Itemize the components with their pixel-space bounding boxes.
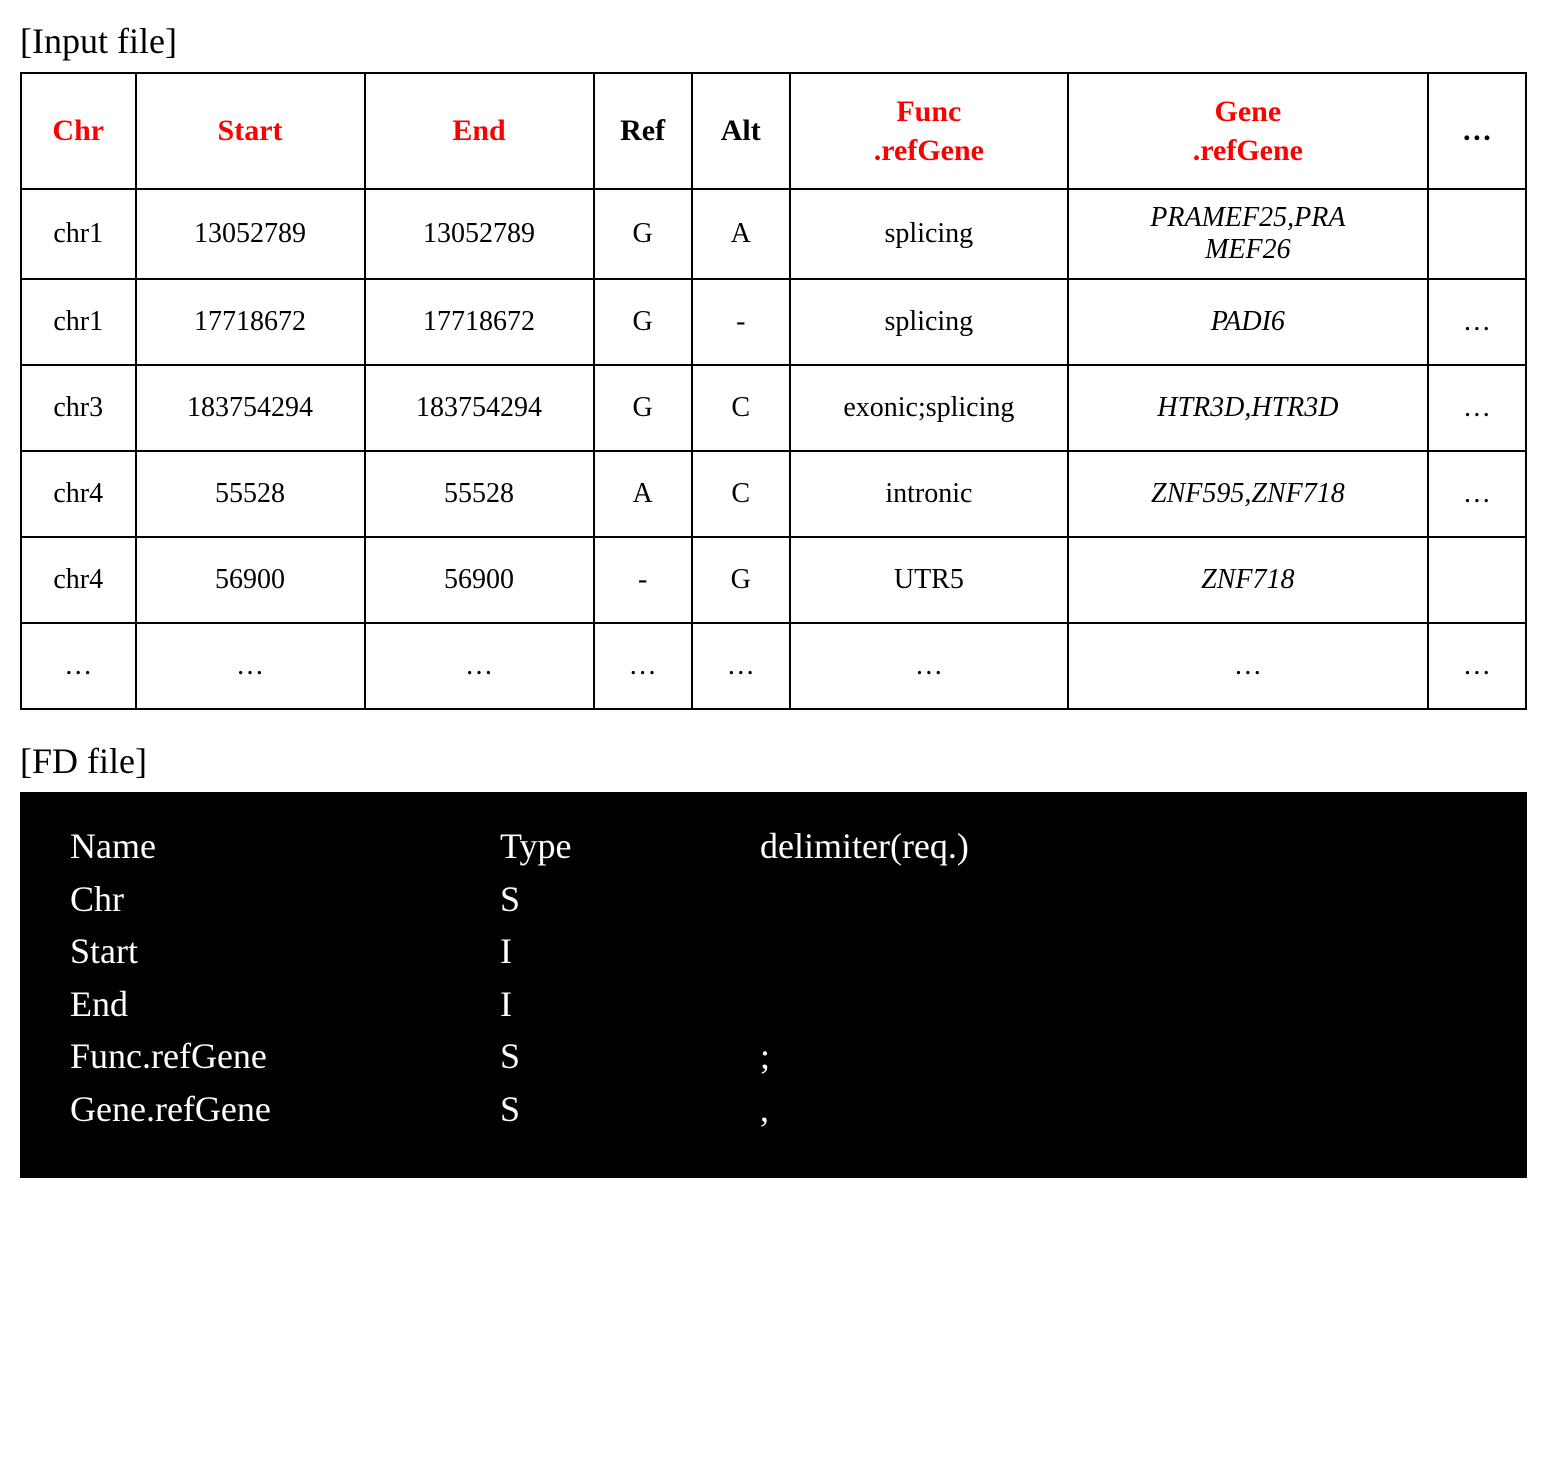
cell-func: UTR5 <box>790 537 1068 623</box>
cell-more: … <box>1428 451 1526 537</box>
cell-end: 56900 <box>365 537 594 623</box>
cell-func: splicing <box>790 189 1068 279</box>
header-gene: Gene .refGene <box>1068 73 1428 189</box>
cell-gene: PADI6 <box>1068 279 1428 365</box>
cell-start: 183754294 <box>136 365 365 451</box>
cell-gene: PRAMEF25,PRA MEF26 <box>1068 189 1428 279</box>
input-file-label: [Input file] <box>20 20 1527 62</box>
cell-start: 13052789 <box>136 189 365 279</box>
fd-row: Chr S <box>70 875 1487 924</box>
table-row: chr1 17718672 17718672 G - splicing PADI… <box>21 279 1526 365</box>
cell-start: 55528 <box>136 451 365 537</box>
fd-header-delim: delimiter(req.) <box>760 822 1487 871</box>
cell-alt: - <box>692 279 790 365</box>
cell-gene: HTR3D,HTR3D <box>1068 365 1428 451</box>
fd-row: Start I <box>70 927 1487 976</box>
cell-start: 56900 <box>136 537 365 623</box>
cell-ref: G <box>594 279 692 365</box>
table-row: chr4 56900 56900 - G UTR5 ZNF718 <box>21 537 1526 623</box>
fd-delim <box>760 875 1487 924</box>
cell-alt: G <box>692 537 790 623</box>
header-end: End <box>365 73 594 189</box>
cell-start: … <box>136 623 365 709</box>
fd-header-type: Type <box>500 822 760 871</box>
table-row: … … … … … … … … <box>21 623 1526 709</box>
table-row: chr3 183754294 183754294 G C exonic;spli… <box>21 365 1526 451</box>
table-row: chr4 55528 55528 A C intronic ZNF595,ZNF… <box>21 451 1526 537</box>
cell-func: … <box>790 623 1068 709</box>
fd-row: Gene.refGene S , <box>70 1085 1487 1134</box>
fd-delim: , <box>760 1085 1487 1134</box>
cell-end: 55528 <box>365 451 594 537</box>
cell-chr: chr4 <box>21 451 136 537</box>
fd-delim: ; <box>760 1032 1487 1081</box>
cell-end: 17718672 <box>365 279 594 365</box>
table-header-row: Chr Start End Ref Alt Func .refGene Gene… <box>21 73 1526 189</box>
cell-more: … <box>1428 623 1526 709</box>
cell-func: intronic <box>790 451 1068 537</box>
header-more: … <box>1428 73 1526 189</box>
cell-start: 17718672 <box>136 279 365 365</box>
header-start: Start <box>136 73 365 189</box>
cell-chr: … <box>21 623 136 709</box>
fd-name: Gene.refGene <box>70 1085 500 1134</box>
fd-header-name: Name <box>70 822 500 871</box>
fd-name: End <box>70 980 500 1029</box>
cell-func: exonic;splicing <box>790 365 1068 451</box>
cell-gene: … <box>1068 623 1428 709</box>
fd-type: S <box>500 1032 760 1081</box>
fd-name: Func.refGene <box>70 1032 500 1081</box>
cell-alt: A <box>692 189 790 279</box>
cell-end: … <box>365 623 594 709</box>
fd-type: I <box>500 927 760 976</box>
cell-more: … <box>1428 365 1526 451</box>
cell-chr: chr1 <box>21 189 136 279</box>
cell-alt: C <box>692 365 790 451</box>
fd-name: Start <box>70 927 500 976</box>
fd-name: Chr <box>70 875 500 924</box>
header-ref: Ref <box>594 73 692 189</box>
cell-chr: chr4 <box>21 537 136 623</box>
cell-chr: chr3 <box>21 365 136 451</box>
cell-end: 13052789 <box>365 189 594 279</box>
cell-ref: A <box>594 451 692 537</box>
cell-end: 183754294 <box>365 365 594 451</box>
header-func: Func .refGene <box>790 73 1068 189</box>
cell-ref: - <box>594 537 692 623</box>
fd-delim <box>760 980 1487 1029</box>
cell-chr: chr1 <box>21 279 136 365</box>
cell-alt: C <box>692 451 790 537</box>
input-file-table: Chr Start End Ref Alt Func .refGene Gene… <box>20 72 1527 710</box>
header-alt: Alt <box>692 73 790 189</box>
cell-alt: … <box>692 623 790 709</box>
cell-gene: ZNF595,ZNF718 <box>1068 451 1428 537</box>
fd-delim <box>760 927 1487 976</box>
fd-row: Func.refGene S ; <box>70 1032 1487 1081</box>
cell-more: … <box>1428 279 1526 365</box>
fd-row: End I <box>70 980 1487 1029</box>
cell-more <box>1428 537 1526 623</box>
fd-type: S <box>500 1085 760 1134</box>
fd-type: I <box>500 980 760 1029</box>
table-row: chr1 13052789 13052789 G A splicing PRAM… <box>21 189 1526 279</box>
fd-file-label: [FD file] <box>20 740 1527 782</box>
cell-ref: G <box>594 365 692 451</box>
fd-type: S <box>500 875 760 924</box>
fd-header-row: Name Type delimiter(req.) <box>70 822 1487 871</box>
cell-func: splicing <box>790 279 1068 365</box>
cell-ref: G <box>594 189 692 279</box>
cell-ref: … <box>594 623 692 709</box>
header-chr: Chr <box>21 73 136 189</box>
fd-file-panel: Name Type delimiter(req.) Chr S Start I … <box>20 792 1527 1178</box>
cell-more <box>1428 189 1526 279</box>
cell-gene: ZNF718 <box>1068 537 1428 623</box>
